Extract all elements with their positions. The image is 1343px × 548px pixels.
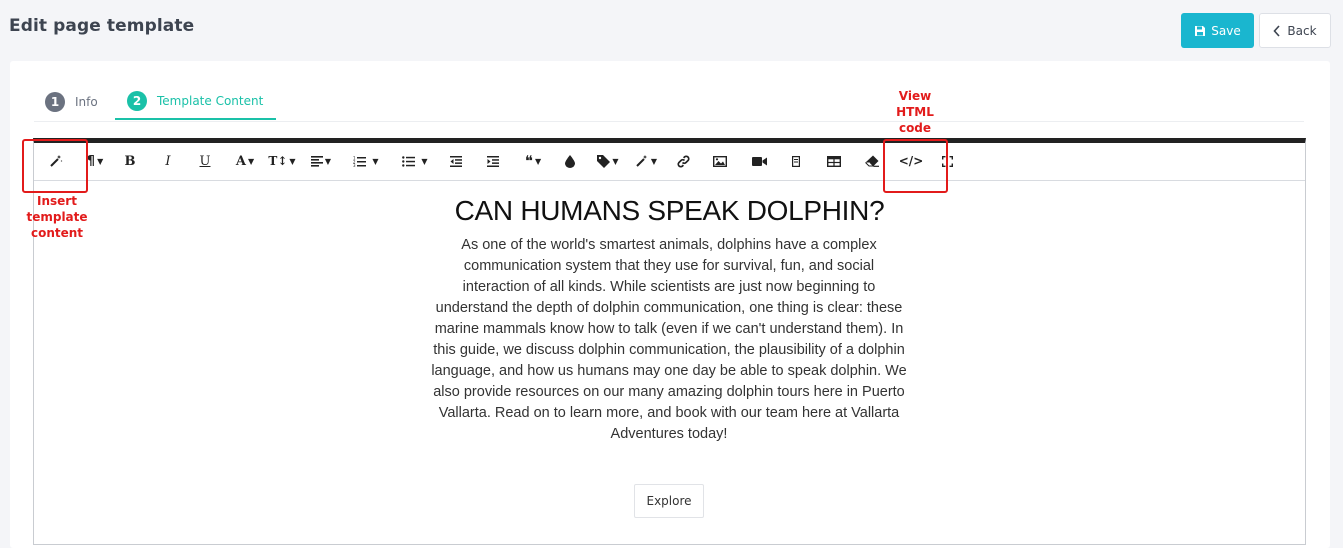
editor-toolbar: ¶ ▼ B I U A ▼ T↕ ▼ ▼ 1 2 3 ▼ ▼ ❝ ▼ ▼ ▼ <… bbox=[34, 143, 1305, 181]
svg-text:3: 3 bbox=[353, 163, 356, 167]
drop-icon bbox=[565, 154, 575, 168]
text-size-icon: T↕ bbox=[268, 154, 288, 168]
view-html-highlight bbox=[883, 139, 948, 193]
ordered-list-icon: 123 bbox=[353, 156, 367, 167]
font-color-button[interactable]: A ▼ bbox=[232, 148, 258, 174]
pilcrow-icon: ¶ bbox=[86, 153, 96, 169]
video-button[interactable] bbox=[750, 148, 768, 174]
image-icon bbox=[713, 155, 727, 167]
indent-button[interactable] bbox=[485, 148, 501, 174]
font-color-icon: A bbox=[235, 153, 246, 169]
ordered-list-button[interactable]: 1 2 3 ▼ bbox=[349, 148, 383, 174]
chevron-down-icon: ▼ bbox=[534, 156, 542, 166]
link-button[interactable] bbox=[675, 148, 691, 174]
link-icon bbox=[676, 154, 690, 168]
chevron-down-icon: ▼ bbox=[421, 156, 428, 166]
file-button[interactable] bbox=[789, 148, 803, 174]
font-size-button[interactable]: T↕ ▼ bbox=[268, 148, 296, 174]
insert-template-annotation: Insert template content bbox=[26, 194, 88, 240]
tab-info[interactable]: 1 Info bbox=[45, 83, 98, 121]
align-left-icon bbox=[310, 155, 323, 167]
save-button[interactable]: Save bbox=[1181, 13, 1254, 48]
outdent-button[interactable] bbox=[448, 148, 464, 174]
editor-card: 1 Info 2 Template Content ¶ ▼ B I U A ▼ T↕… bbox=[10, 61, 1330, 548]
chevron-down-icon: ▼ bbox=[97, 156, 104, 166]
tab-info-label: Info bbox=[75, 95, 98, 109]
back-button[interactable]: Back bbox=[1259, 13, 1331, 48]
tab-template-content-label: Template Content bbox=[157, 93, 264, 108]
quote-icon: ❝ bbox=[524, 152, 533, 170]
tab-template-content[interactable]: 2 Template Content bbox=[115, 83, 276, 120]
clear-format-button[interactable] bbox=[864, 148, 880, 174]
tag-icon bbox=[597, 154, 611, 168]
video-icon bbox=[751, 156, 767, 166]
table-icon bbox=[827, 155, 841, 167]
tag-button[interactable]: ▼ bbox=[595, 148, 621, 174]
explore-button[interactable]: Explore bbox=[634, 484, 704, 518]
editor-content[interactable]: CAN HUMANS SPEAK DOLPHIN? As one of the … bbox=[34, 181, 1305, 541]
chevron-down-icon: ▼ bbox=[247, 156, 255, 166]
chevron-left-icon bbox=[1273, 24, 1281, 37]
chevron-down-icon: ▼ bbox=[612, 156, 619, 166]
unordered-list-icon bbox=[402, 155, 416, 167]
outdent-icon bbox=[450, 155, 462, 167]
chevron-down-icon: ▼ bbox=[372, 156, 379, 166]
chevron-down-icon: ▼ bbox=[289, 156, 296, 166]
tab-bar: 1 Info 2 Template Content bbox=[34, 83, 1304, 122]
floppy-disk-icon bbox=[1195, 25, 1206, 36]
italic-button[interactable]: I bbox=[160, 148, 176, 174]
page-title: Edit page template bbox=[9, 16, 195, 36]
save-button-label: Save bbox=[1211, 23, 1241, 38]
image-button[interactable] bbox=[712, 148, 728, 174]
magic-button[interactable]: ▼ bbox=[632, 148, 660, 174]
rich-text-editor: ¶ ▼ B I U A ▼ T↕ ▼ ▼ 1 2 3 ▼ ▼ ❝ ▼ ▼ ▼ <… bbox=[33, 138, 1306, 545]
unordered-list-button[interactable]: ▼ bbox=[398, 148, 432, 174]
back-button-label: Back bbox=[1287, 23, 1317, 38]
view-html-annotation: View HTML code bbox=[896, 89, 934, 135]
align-button[interactable]: ▼ bbox=[308, 148, 334, 174]
indent-icon bbox=[487, 155, 499, 167]
eraser-icon bbox=[865, 155, 879, 167]
underline-button[interactable]: U bbox=[197, 148, 213, 174]
content-paragraph: As one of the world's smartest animals, … bbox=[431, 237, 907, 442]
step-number-1: 1 bbox=[45, 92, 65, 112]
bold-button[interactable]: B bbox=[122, 148, 138, 174]
chevron-down-icon: ▼ bbox=[650, 156, 658, 166]
step-number-2: 2 bbox=[127, 90, 147, 111]
quote-button[interactable]: ❝ ▼ bbox=[519, 148, 547, 174]
magic-wand-icon bbox=[636, 155, 647, 167]
insert-template-highlight bbox=[22, 139, 88, 193]
table-button[interactable] bbox=[826, 148, 842, 174]
content-heading: CAN HUMANS SPEAK DOLPHIN? bbox=[454, 195, 885, 226]
color-fill-button[interactable] bbox=[562, 148, 578, 174]
chevron-down-icon: ▼ bbox=[324, 156, 332, 166]
file-icon bbox=[792, 155, 800, 167]
